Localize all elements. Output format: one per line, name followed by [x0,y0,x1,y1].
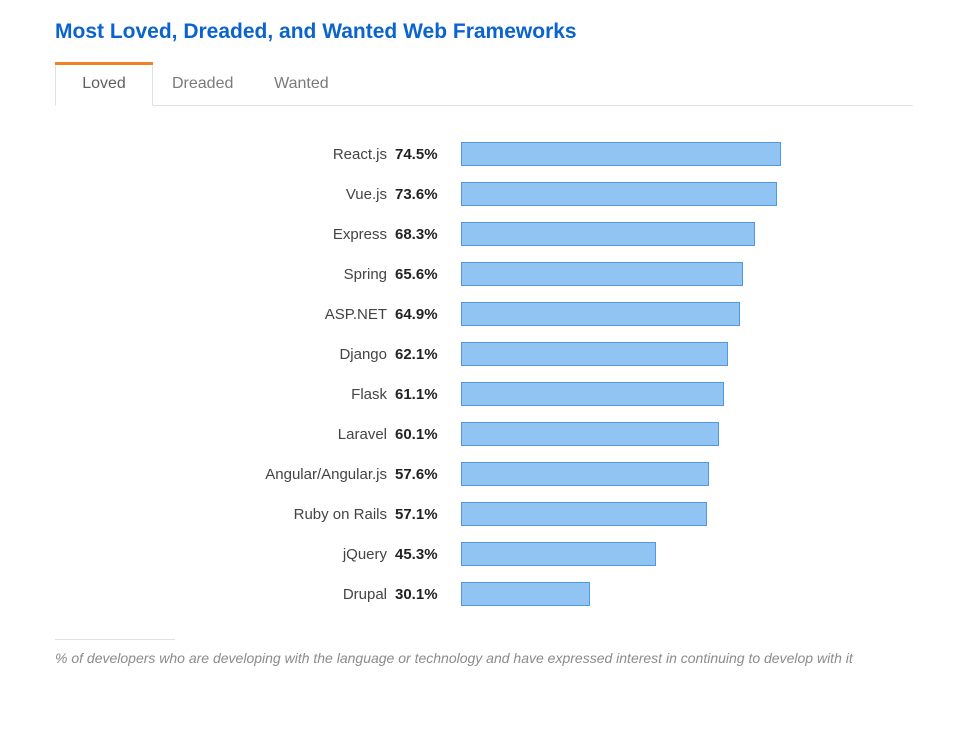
chart-row: Django62.1% [55,334,913,374]
chart-row-value: 73.6% [395,186,457,203]
chart-row-value: 64.9% [395,306,457,323]
tab-wanted[interactable]: Wanted [252,62,350,105]
chart-row-bar [461,142,781,166]
chart-row: Drupal30.1% [55,574,913,614]
chart-row-bar [461,462,709,486]
tab-dreaded[interactable]: Dreaded [153,62,252,105]
chart-row-label: jQuery [55,546,395,563]
chart-row: ASP.NET64.9% [55,294,913,334]
chart-row-label: Express [55,226,395,243]
chart-row: Spring65.6% [55,254,913,294]
chart-row-bar [461,582,590,606]
chart-row-bar [461,222,755,246]
chart-row: Vue.js73.6% [55,174,913,214]
chart-row-value: 30.1% [395,586,457,603]
chart-row-bar [461,382,724,406]
chart-row-value: 61.1% [395,386,457,403]
chart-row-bar [461,302,740,326]
chart-row-bar [461,342,728,366]
chart-row-bar-track [461,422,891,446]
chart-row-label: Laravel [55,426,395,443]
chart-row: Angular/Angular.js57.6% [55,454,913,494]
chart-row: Flask61.1% [55,374,913,414]
chart-row-label: Ruby on Rails [55,506,395,523]
chart-row: Ruby on Rails57.1% [55,494,913,534]
chart-row-value: 68.3% [395,226,457,243]
chart-row: React.js74.5% [55,134,913,174]
chart-row-label: Angular/Angular.js [55,466,395,483]
chart-row-value: 45.3% [395,546,457,563]
chart-row-bar [461,542,656,566]
chart-row-label: React.js [55,146,395,163]
chart-row-label: ASP.NET [55,306,395,323]
chart-row-label: Drupal [55,586,395,603]
chart-row-bar [461,502,707,526]
chart-row: Laravel60.1% [55,414,913,454]
chart-row-value: 65.6% [395,266,457,283]
chart-row-bar-track [461,582,891,606]
chart-row-bar-track [461,502,891,526]
chart-row-bar-track [461,142,891,166]
chart-title: Most Loved, Dreaded, and Wanted Web Fram… [55,20,913,44]
chart-row-value: 62.1% [395,346,457,363]
chart-row-bar [461,422,719,446]
tabs-strip: Loved Dreaded Wanted [55,62,913,106]
chart-row-label: Flask [55,386,395,403]
chart-row: Express68.3% [55,214,913,254]
footnote-divider [55,639,175,640]
chart-row-value: 60.1% [395,426,457,443]
chart-row-value: 57.6% [395,466,457,483]
chart-row-bar [461,182,777,206]
chart-row-label: Django [55,346,395,363]
chart-row-bar-track [461,542,891,566]
chart-row-bar-track [461,302,891,326]
chart-row-bar-track [461,462,891,486]
chart-row-bar-track [461,222,891,246]
chart-footnote: % of developers who are developing with … [55,648,885,669]
chart-row-bar [461,262,743,286]
chart-row-bar-track [461,342,891,366]
chart-row-bar-track [461,182,891,206]
chart-row-value: 74.5% [395,146,457,163]
chart-row-bar-track [461,262,891,286]
chart-rows: React.js74.5%Vue.js73.6%Express68.3%Spri… [55,124,913,614]
chart-row-value: 57.1% [395,506,457,523]
chart-row-label: Spring [55,266,395,283]
tab-loved[interactable]: Loved [55,62,153,106]
chart-row: jQuery45.3% [55,534,913,574]
chart-row-label: Vue.js [55,186,395,203]
chart-row-bar-track [461,382,891,406]
